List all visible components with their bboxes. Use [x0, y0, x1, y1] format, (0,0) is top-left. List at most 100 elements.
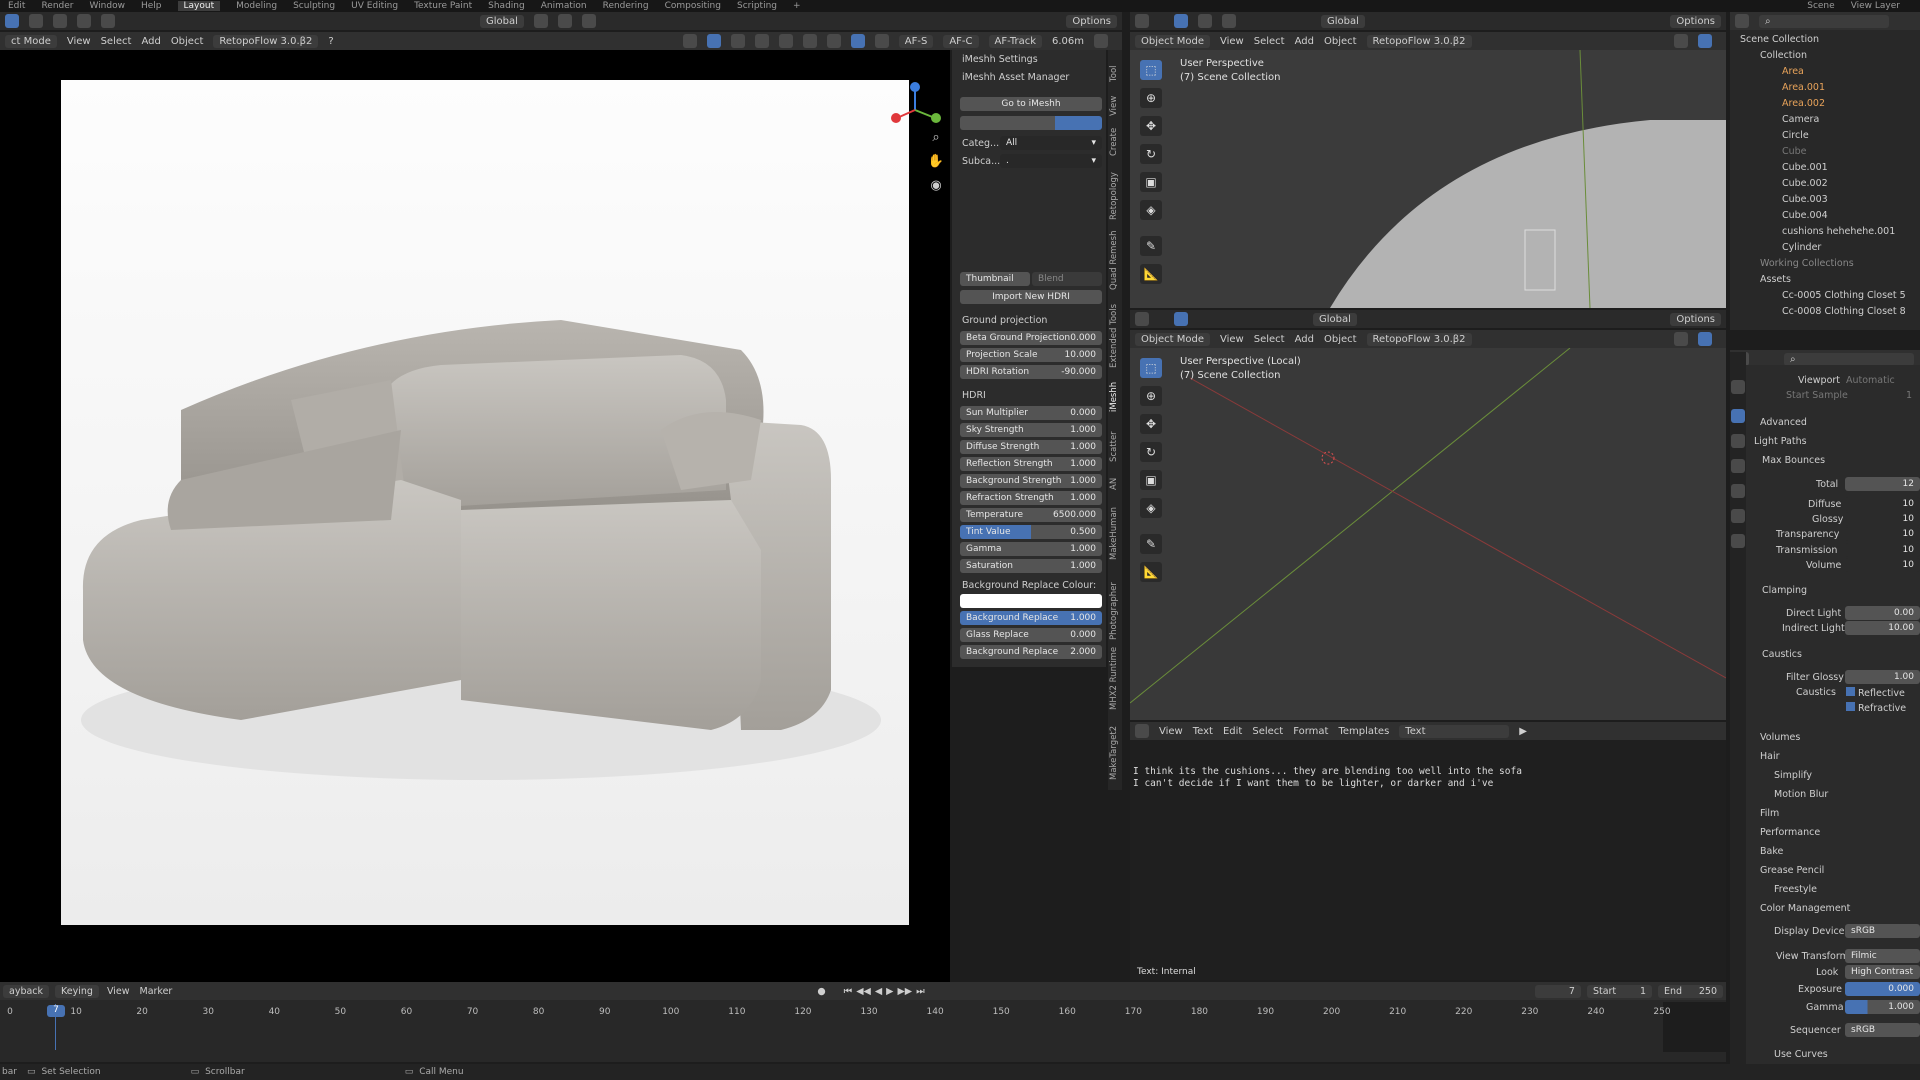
select-tool-icon[interactable]: ⬚ [1140, 60, 1162, 80]
simplify-panel[interactable]: Simplify [1774, 770, 1812, 781]
clamping-panel[interactable]: Clamping [1762, 585, 1807, 596]
background-replace-field[interactable]: Background Replace 1.000 [960, 611, 1102, 625]
snap-icon[interactable] [557, 14, 572, 28]
camera-view-icon[interactable]: ◉ [926, 174, 946, 198]
editor-type-icon[interactable] [1735, 14, 1749, 28]
imeshh-settings-header[interactable]: iMeshh Settings [962, 54, 1038, 65]
render-viewport[interactable]: ⌕ ✋ ◉ [0, 50, 950, 982]
move-tool-icon[interactable]: ✥ [1140, 414, 1162, 434]
menu-help[interactable]: Help [141, 1, 162, 11]
texture-tab-icon[interactable] [1731, 534, 1745, 548]
menu-text[interactable]: Text [1193, 726, 1213, 737]
diffuse-bounces-field[interactable]: 10 [1845, 497, 1920, 511]
af-s-button[interactable]: AF-S [898, 34, 934, 48]
outliner-item[interactable]: Collection [1760, 48, 1807, 63]
diffuse-strength-field[interactable]: Diffuse Strength 1.000 [960, 440, 1102, 454]
scene-tab-icon[interactable] [1731, 484, 1745, 498]
tab-photographer[interactable]: Photographer [1109, 582, 1119, 640]
temperature-field[interactable]: Temperature 6500.000 [960, 508, 1102, 522]
pivot-icon[interactable] [533, 14, 548, 28]
tab-maketarget2[interactable]: MakeTarget2 [1109, 726, 1119, 780]
background-replace-2-field[interactable]: Background Replace 2.000 [960, 645, 1102, 659]
tab-scripting[interactable]: Scripting [737, 1, 777, 11]
category-hdri-icon[interactable] [1054, 116, 1102, 130]
mid-3d-viewport[interactable]: User Perspective (Local) (7) Scene Colle… [1130, 348, 1726, 720]
bg-replace-colour-swatch[interactable] [960, 594, 1102, 608]
menu-select[interactable]: Select [1252, 726, 1283, 737]
select-tool-icon[interactable]: ⬚ [1140, 358, 1162, 378]
mode-dropdown[interactable]: ct Mode [5, 34, 57, 48]
category-material-icon[interactable] [1007, 116, 1055, 130]
scene-selector[interactable]: Scene [1807, 1, 1834, 11]
annotate-tool-icon[interactable]: ✎ [1140, 236, 1162, 256]
output-tab-icon[interactable] [1731, 434, 1745, 448]
select-intersect-icon[interactable] [101, 14, 115, 28]
editor-type-icon[interactable] [1135, 312, 1149, 326]
volume-bounces-field[interactable]: 10 [1845, 558, 1920, 572]
transparency-bounces-field[interactable]: 10 [1845, 527, 1920, 541]
help-icon[interactable]: ? [328, 36, 333, 47]
menu-view[interactable]: View [67, 36, 91, 47]
next-keyframe-icon[interactable]: ▶▶ [897, 986, 912, 997]
select-box-icon[interactable] [1174, 14, 1188, 28]
use-curves-checkbox[interactable]: Use Curves [1774, 1049, 1828, 1060]
menu-edit[interactable]: Edit [8, 1, 25, 11]
overlay-icon[interactable] [1674, 34, 1688, 48]
projection-scale-field[interactable]: Projection Scale 10.000 [960, 348, 1102, 362]
tab-view[interactable]: View [1109, 96, 1119, 116]
tool-tab-icon[interactable] [1731, 380, 1745, 394]
transform-tool-icon[interactable]: ◈ [1140, 498, 1162, 518]
volumes-panel[interactable]: Volumes [1760, 732, 1800, 743]
blend-toggle[interactable]: Blend [1032, 272, 1102, 286]
tab-create[interactable]: Create [1109, 128, 1119, 156]
outliner-item[interactable]: Cube.004 [1782, 208, 1828, 223]
tint-value-slider[interactable]: Tint Value 0.500 [960, 525, 1102, 539]
view-layer-selector[interactable]: View Layer [1851, 1, 1900, 11]
category-model-icon[interactable] [960, 116, 1008, 130]
asset-manager-header[interactable]: iMeshh Asset Manager [962, 72, 1069, 83]
outliner-item[interactable]: Working Collections [1760, 256, 1854, 271]
render-tab-icon[interactable] [1731, 409, 1745, 423]
measure-tool-icon[interactable]: 📐 [1140, 264, 1162, 284]
menu-add[interactable]: Add [141, 36, 160, 47]
sky-strength-field[interactable]: Sky Strength 1.000 [960, 423, 1102, 437]
menu-view[interactable]: View [107, 986, 130, 997]
menu-object[interactable]: Object [1324, 334, 1357, 345]
editor-type-icon[interactable] [1135, 724, 1149, 738]
pause-icon[interactable] [874, 34, 889, 48]
xray-icon[interactable] [754, 34, 769, 48]
filter-glossy-field[interactable]: 1.00 [1845, 670, 1920, 684]
reflection-strength-field[interactable]: Reflection Strength 1.000 [960, 457, 1102, 471]
bake-panel[interactable]: Bake [1760, 846, 1783, 857]
menu-select[interactable]: Select [1254, 36, 1285, 47]
tab-texture-paint[interactable]: Texture Paint [414, 1, 472, 11]
mode-dropdown[interactable]: Object Mode [1135, 332, 1210, 346]
prev-keyframe-icon[interactable]: ◀◀ [856, 986, 871, 997]
rotate-tool-icon[interactable]: ↻ [1140, 442, 1162, 462]
hdri-rotation-field[interactable]: HDRI Rotation -90.000 [960, 365, 1102, 379]
refractive-checkbox[interactable]: Refractive [1846, 702, 1906, 714]
transmission-bounces-field[interactable]: 10 [1845, 543, 1920, 557]
outliner-item[interactable]: Area.002 [1782, 96, 1825, 111]
refraction-strength-field[interactable]: Refraction Strength 1.000 [960, 491, 1102, 505]
add-workspace-button[interactable]: + [793, 1, 801, 11]
outliner-item[interactable]: Cc-0008 Clothing Closet 8 [1782, 304, 1906, 319]
select-extend-icon[interactable] [1198, 14, 1212, 28]
freestyle-panel[interactable]: Freestyle [1774, 884, 1817, 895]
max-bounces-panel[interactable]: Max Bounces [1762, 455, 1825, 466]
solid-shading-icon[interactable] [802, 34, 817, 48]
select-extend-icon[interactable] [29, 14, 43, 28]
menu-view[interactable]: View [1220, 334, 1244, 345]
menu-select[interactable]: Select [101, 36, 132, 47]
playback-menu[interactable]: ayback [3, 984, 50, 998]
display-device-dropdown[interactable]: sRGB [1845, 924, 1920, 938]
rotate-tool-icon[interactable]: ↻ [1140, 144, 1162, 164]
menu-object[interactable]: Object [1324, 36, 1357, 47]
reflective-checkbox[interactable]: Reflective [1846, 687, 1905, 699]
af-track-button[interactable]: AF-Track [988, 34, 1042, 48]
scale-tool-icon[interactable]: ▣ [1140, 172, 1162, 192]
tab-makehuman[interactable]: MakeHuman [1109, 507, 1119, 560]
record-icon[interactable]: ● [817, 986, 825, 997]
cursor-tool-icon[interactable]: ⊕ [1140, 386, 1162, 406]
jump-end-icon[interactable]: ⏭ [916, 986, 925, 997]
